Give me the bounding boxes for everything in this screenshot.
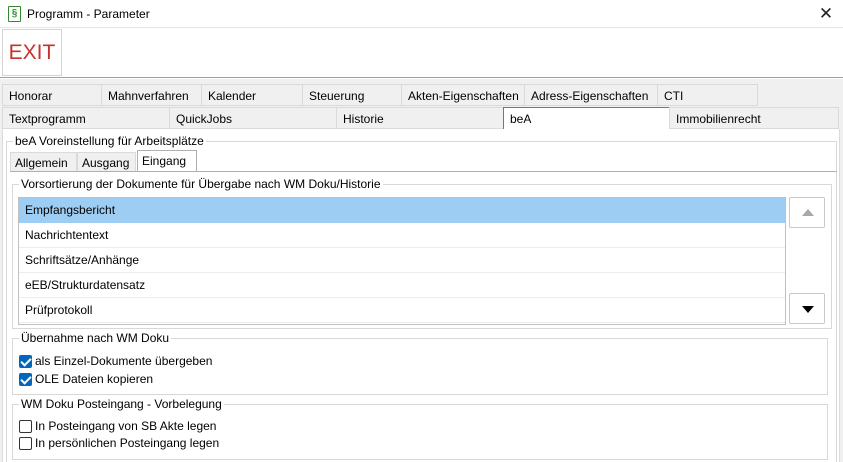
list-item[interactable]: Schriftsätze/Anhänge (19, 248, 785, 273)
tab-textprogramm[interactable]: Textprogramm (2, 107, 170, 129)
checkbox-unchecked[interactable] (19, 419, 32, 433)
tab-quickjobs[interactable]: QuickJobs (169, 107, 337, 129)
sort-group-title: Vorsortierung der Dokumente für Übergabe… (19, 177, 383, 191)
tab-kalender[interactable]: Kalender (201, 84, 303, 106)
document-order-list[interactable]: Empfangsbericht Nachrichtentext Schrifts… (18, 197, 786, 325)
option-persoenlicher-posteingang[interactable]: In persönlichen Posteingang legen (19, 435, 219, 451)
window-title: Programm - Parameter (27, 7, 150, 21)
option-label: OLE Dateien kopieren (35, 372, 154, 386)
tab-steuerung[interactable]: Steuerung (302, 84, 402, 106)
exit-button[interactable]: EXIT (2, 29, 62, 76)
triangle-up-icon (802, 209, 814, 216)
toolbar: EXIT (0, 28, 843, 78)
tab-bea[interactable]: beA (503, 107, 670, 129)
option-label: als Einzel-Dokumente übergeben (35, 354, 213, 368)
triangle-down-icon (802, 306, 814, 313)
option-ole-kopieren[interactable]: OLE Dateien kopieren (19, 371, 153, 387)
tab-honorar[interactable]: Honorar (2, 84, 102, 106)
list-item[interactable]: Nachrichtentext (19, 223, 785, 248)
subtab-divider (10, 171, 837, 172)
tab-cti[interactable]: CTI (657, 84, 758, 106)
checkbox-checked[interactable] (19, 354, 32, 368)
paragraph-icon: § (8, 6, 21, 22)
list-item[interactable]: eEB/Strukturdatensatz (19, 273, 785, 298)
move-up-button[interactable] (789, 197, 825, 228)
inbox-group-title: WM Doku Posteingang - Vorbelegung (19, 397, 224, 411)
checkbox-checked[interactable] (19, 372, 32, 386)
title-bar: § Programm - Parameter ✕ (0, 0, 843, 28)
tab-akten-eigenschaften[interactable]: Akten-Eigenschaften (401, 84, 525, 106)
close-icon[interactable]: ✕ (809, 0, 843, 28)
transfer-group-title: Übernahme nach WM Doku (19, 331, 172, 345)
option-einzel-dokumente[interactable]: als Einzel-Dokumente übergeben (19, 353, 212, 369)
tab-historie[interactable]: Historie (336, 107, 504, 129)
tab-mahnverfahren[interactable]: Mahnverfahren (101, 84, 202, 106)
option-label: In persönlichen Posteingang legen (35, 436, 220, 450)
tab-immobilienrecht[interactable]: Immobilienrecht (669, 107, 839, 129)
bea-settings-title: beA Voreinstellung für Arbeitsplätze (13, 134, 206, 148)
checkbox-unchecked[interactable] (19, 436, 32, 450)
list-item[interactable]: Prüfprotokoll (19, 298, 785, 323)
subtab-allgemein[interactable]: Allgemein (10, 152, 77, 172)
option-label: In Posteingang von SB Akte legen (35, 419, 217, 433)
move-down-button[interactable] (789, 293, 825, 324)
option-posteingang-sb-akte[interactable]: In Posteingang von SB Akte legen (19, 418, 216, 434)
list-item[interactable]: Empfangsbericht (19, 198, 785, 223)
subtab-eingang[interactable]: Eingang (137, 150, 197, 172)
tab-adress-eigenschaften[interactable]: Adress-Eigenschaften (524, 84, 658, 106)
subtab-ausgang[interactable]: Ausgang (77, 152, 136, 172)
